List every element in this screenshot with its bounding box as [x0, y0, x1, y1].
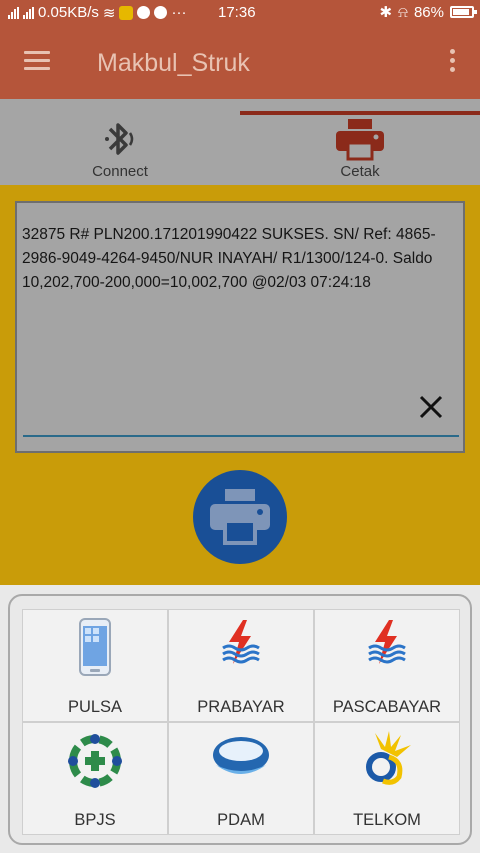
close-icon[interactable]	[417, 393, 445, 421]
hamburger-icon[interactable]	[24, 51, 50, 71]
menu-item-label: TELKOM	[353, 811, 421, 829]
more-vert-icon[interactable]	[450, 49, 456, 76]
print-panel: 32875 R# PLN200.171201990422 SUKSES. SN/…	[0, 185, 480, 585]
network-speed: 0.05KB/s	[38, 4, 99, 21]
tab-indicator	[240, 111, 480, 115]
signal-icon	[8, 6, 19, 19]
menu-item-bpjs[interactable]: BPJS	[22, 722, 168, 835]
status-bar: 0.05KB/s ≋ ··· 17:36 ✱ ⍾ 86%	[0, 0, 480, 25]
wifi-icon: ≋	[102, 4, 116, 22]
bluetooth-connect-icon	[105, 123, 134, 155]
app-toolbar: Makbul_Struk	[0, 25, 480, 99]
menu-item-pascabayar[interactable]: PASCABAYAR	[314, 609, 460, 722]
tab-cetak-label: Cetak	[340, 163, 380, 180]
menu-item-pdam[interactable]: PDAM	[168, 722, 314, 835]
menu-item-label: PRABAYAR	[197, 698, 285, 716]
pln-icon	[368, 620, 406, 664]
service-grid: PULSA PRABAYAR PASCABAYAR BPJS PDAM TELK…	[22, 609, 460, 835]
menu-item-label: PULSA	[67, 698, 123, 716]
service-menu: PULSA PRABAYAR PASCABAYAR BPJS PDAM TELK…	[8, 594, 472, 845]
battery-level: 86%	[413, 3, 444, 21]
tab-cetak[interactable]: Cetak	[240, 99, 480, 185]
print-button[interactable]	[193, 470, 287, 564]
pln-icon	[222, 620, 260, 664]
receipt-text[interactable]: 32875 R# PLN200.171201990422 SUKSES. SN/…	[22, 223, 460, 295]
phone-icon	[79, 618, 111, 676]
message-icon	[154, 6, 168, 19]
pdam-icon	[213, 737, 269, 774]
menu-item-label: BPJS	[74, 811, 116, 829]
menu-item-telkom[interactable]: TELKOM	[314, 722, 460, 835]
alarm-icon: ⍾	[398, 3, 408, 21]
menu-item-label: PDAM	[217, 811, 265, 829]
tab-connect[interactable]: Connect	[0, 99, 240, 185]
app-title: Makbul_Struk	[97, 49, 250, 77]
printer-icon	[336, 119, 384, 161]
more-notifications-icon: ···	[171, 4, 187, 21]
tab-bar: Connect Cetak	[0, 99, 480, 185]
tab-connect-label: Connect	[92, 163, 148, 180]
signal-icon	[23, 6, 34, 19]
menu-item-label: PASCABAYAR	[332, 698, 442, 716]
menu-item-pulsa[interactable]: PULSA	[22, 609, 168, 722]
receipt-text-field[interactable]: 32875 R# PLN200.171201990422 SUKSES. SN/…	[15, 201, 465, 453]
bpjs-icon	[68, 734, 122, 788]
printer-icon	[210, 489, 270, 545]
battery-icon	[450, 6, 477, 18]
menu-item-prabayar[interactable]: PRABAYAR	[168, 609, 314, 722]
chat-icon	[137, 6, 151, 19]
clock: 17:36	[218, 4, 256, 21]
text-field-underline	[23, 435, 459, 437]
telkom-icon	[366, 731, 411, 785]
notification-icon	[119, 5, 134, 20]
bluetooth-icon: ✱	[379, 4, 393, 21]
